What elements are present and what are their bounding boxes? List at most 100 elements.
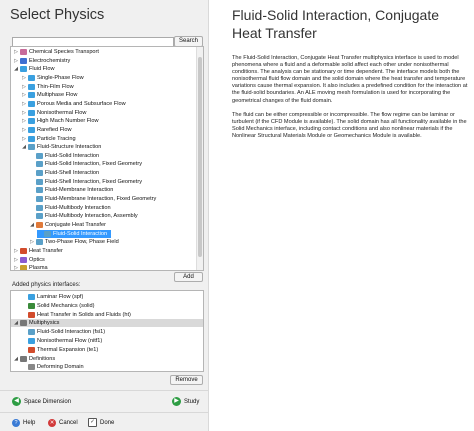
- physics-tree: ▷ Chemical Species Transport ▷ Electrochemi…: [10, 46, 204, 271]
- next-button-label: Study: [184, 398, 200, 405]
- physics-icon: [28, 83, 35, 90]
- tree-item-label: Rarefied Flow: [37, 126, 72, 133]
- physics-icon: [20, 49, 27, 55]
- tree-item[interactable]: ▷ Two-Phase Flow, Phase Field: [29, 238, 119, 246]
- cancel-button[interactable]: ✕ Cancel: [48, 417, 78, 428]
- expand-icon[interactable]: ▷: [21, 91, 27, 99]
- tree-item[interactable]: Fluid-Solid Interaction: [29, 152, 99, 160]
- tree-item[interactable]: ▷ Rarefied Flow: [21, 126, 72, 134]
- expand-icon[interactable]: ▷: [21, 126, 27, 134]
- tree-item[interactable]: Fluid-Multibody Interaction: [29, 204, 111, 212]
- tree-item[interactable]: ▷ Multiphase Flow: [21, 91, 77, 99]
- help-icon: ?: [12, 418, 20, 427]
- physics-icon: [28, 135, 35, 142]
- added-item[interactable]: Thermal Expansion (te1): [21, 346, 98, 354]
- tree-item-label: Two-Phase Flow, Phase Field: [45, 239, 119, 246]
- tree-item[interactable]: ▷ Optics: [13, 256, 45, 264]
- divider: [0, 412, 208, 413]
- expand-icon[interactable]: ▷: [21, 135, 27, 143]
- tree-item[interactable]: ▷ Single-Phase Flow: [21, 74, 84, 82]
- tree-item-label: Fluid-Shell Interaction, Fixed Geometry: [45, 178, 142, 185]
- tree-item-label: Conjugate Heat Transfer: [45, 222, 106, 228]
- tree-item[interactable]: ◢ Conjugate Heat Transfer: [29, 221, 106, 229]
- tree-item-label: Electrochemistry: [29, 57, 71, 64]
- collapse-icon[interactable]: ◢: [21, 143, 27, 151]
- added-item[interactable]: ◢ Definitions: [13, 355, 55, 363]
- expand-icon[interactable]: ▷: [13, 48, 19, 56]
- tree-item-label: Fluid-Structure Interaction: [37, 144, 102, 151]
- expand-icon[interactable]: ▷: [13, 57, 19, 65]
- tree-item[interactable]: ▷ Nonisothermal Flow: [21, 109, 86, 117]
- tree-item-label: Fluid-Solid Interaction, Fixed Geometry: [45, 161, 142, 168]
- collapse-icon[interactable]: ◢: [29, 221, 35, 229]
- tree-item-label: Particle Tracing: [37, 135, 76, 142]
- tree-item-label: Fluid-Multibody Interaction, Assembly: [45, 213, 138, 220]
- physics-icon: [28, 126, 35, 133]
- added-item[interactable]: Solid Mechanics (solid): [21, 302, 95, 310]
- expand-icon[interactable]: ▷: [21, 117, 27, 125]
- physics-icon: [28, 92, 35, 99]
- tree-item[interactable]: ▷ Chemical Species Transport: [13, 48, 99, 56]
- remove-button[interactable]: Remove: [170, 375, 203, 385]
- tree-item[interactable]: Fluid-Shell Interaction: [29, 169, 99, 177]
- tree-item-label: Fluid-Multibody Interaction: [45, 204, 111, 211]
- done-button[interactable]: ✓ Done: [88, 417, 114, 428]
- added-item[interactable]: Fluid-Solid Interaction (fsi1): [21, 328, 105, 336]
- tree-item[interactable]: ▷ High Mach Number Flow: [21, 117, 99, 125]
- physics-icon: [28, 346, 35, 353]
- tree-item[interactable]: Fluid-Shell Interaction, Fixed Geometry: [29, 178, 142, 186]
- tree-scrollbar[interactable]: [196, 47, 203, 270]
- expand-icon[interactable]: ▷: [21, 109, 27, 117]
- collapse-icon[interactable]: ◢: [13, 355, 19, 363]
- tree-item-label: Fluid-Membrane Interaction, Fixed Geomet…: [45, 196, 157, 203]
- added-group-header[interactable]: ◢ Multiphysics: [11, 319, 203, 328]
- added-item[interactable]: Nonisothermal Flow (nitf1): [21, 337, 102, 345]
- physics-icon: [20, 256, 27, 263]
- physics-icon: [36, 178, 43, 185]
- tree-item[interactable]: ▷ Particle Tracing: [21, 135, 76, 143]
- added-item[interactable]: Laminar Flow (spf): [21, 293, 83, 301]
- arrow-right-icon: ▶: [172, 397, 181, 406]
- tree-item[interactable]: ◢ Fluid Flow: [13, 65, 55, 73]
- physics-icon: [28, 74, 35, 81]
- tree-item-label: Fluid-Solid Interaction: [53, 230, 108, 237]
- help-button[interactable]: ? Help: [12, 417, 35, 428]
- next-button[interactable]: ▶ Study: [172, 397, 199, 406]
- tree-item[interactable]: Fluid-Multibody Interaction, Assembly: [29, 212, 138, 220]
- tree-item-label: Fluid-Solid Interaction: [45, 152, 100, 159]
- added-item[interactable]: Heat Transfer in Solids and Fluids (ht): [21, 311, 131, 319]
- scrollbar-thumb[interactable]: [198, 57, 202, 257]
- tree-item[interactable]: ▷ Porous Media and Subsurface Flow: [21, 100, 126, 108]
- tree-item[interactable]: ◢ Fluid-Structure Interaction: [21, 143, 101, 151]
- physics-icon: [28, 302, 35, 309]
- expand-icon[interactable]: ▷: [21, 83, 27, 91]
- expand-icon[interactable]: ▷: [13, 264, 19, 270]
- collapse-icon[interactable]: ◢: [13, 65, 19, 73]
- tree-item-label: Chemical Species Transport: [29, 49, 99, 55]
- tree-item[interactable]: ▷ Thin-Film Flow: [21, 83, 74, 91]
- tree-item-label: Nonisothermal Flow: [37, 109, 87, 116]
- tree-item[interactable]: ▷ Plasma: [13, 264, 48, 270]
- tree-item[interactable]: Fluid-Membrane Interaction: [29, 186, 113, 194]
- physics-icon: [36, 170, 43, 177]
- tree-item[interactable]: Fluid-Solid Interaction: [37, 229, 112, 238]
- expand-icon[interactable]: ▷: [21, 74, 27, 82]
- collapse-icon[interactable]: ◢: [13, 319, 19, 327]
- tree-item[interactable]: Fluid-Solid Interaction, Fixed Geometry: [29, 160, 142, 168]
- back-button[interactable]: ◀ Space Dimension: [12, 397, 71, 406]
- expand-icon[interactable]: ▷: [21, 100, 27, 108]
- tree-item[interactable]: ▷ Heat Transfer: [13, 247, 63, 255]
- tree-item[interactable]: Fluid-Membrane Interaction, Fixed Geomet…: [29, 195, 156, 203]
- expand-icon[interactable]: ▷: [13, 247, 19, 255]
- physics-icon: [20, 66, 27, 73]
- added-item[interactable]: Deforming Domain: [21, 363, 84, 371]
- page-title: Select Physics: [10, 7, 105, 23]
- tree-item-label: Multiphase Flow: [37, 92, 78, 99]
- tree-item[interactable]: ▷ Electrochemistry: [13, 57, 70, 65]
- expand-icon[interactable]: ▷: [13, 256, 19, 264]
- physics-icon: [36, 222, 43, 228]
- tree-item-label: Heat Transfer: [29, 247, 63, 254]
- add-button[interactable]: Add: [174, 272, 203, 282]
- expand-icon[interactable]: ▷: [29, 238, 35, 246]
- tree-item-label: Single-Phase Flow: [37, 74, 84, 81]
